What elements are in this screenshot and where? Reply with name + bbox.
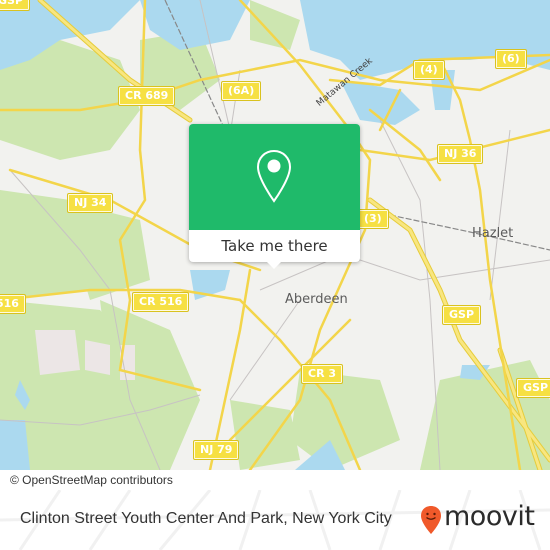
take-me-there-button[interactable]: Take me there [189, 230, 360, 262]
route-shield-cr-3: CR 3 [300, 364, 344, 384]
popup-pointer [266, 261, 282, 269]
place-label-hazlet: Hazlet [472, 226, 514, 241]
popup-header[interactable] [189, 124, 360, 230]
route-shield-cr-516: CR 516 [131, 292, 190, 312]
location-title: Clinton Street Youth Center And Park, Ne… [20, 510, 392, 527]
route-shield-6a: (6A) [220, 81, 262, 101]
take-me-there-popup[interactable]: Take me there [189, 124, 360, 269]
footer: Clinton Street Youth Center And Park, Ne… [0, 490, 550, 550]
place-label-aberdeen: Aberdeen [285, 292, 348, 307]
route-shield-516-west: 516 [0, 294, 26, 314]
route-shield-nj-34: NJ 34 [66, 193, 114, 213]
map[interactable]: Aberdeen Hazlet Matawan Creek GSP CR 689… [0, 0, 550, 470]
route-shield-cr-689: CR 689 [117, 86, 176, 106]
route-shield-gsp-se: GSP [515, 378, 550, 398]
route-shield-3: (3) [357, 209, 389, 229]
location-pin-icon [256, 149, 292, 203]
moovit-smiley-pin-icon [421, 506, 441, 534]
route-shield-nj-79: NJ 79 [192, 440, 240, 460]
osm-attribution[interactable]: © OpenStreetMap contributors [0, 470, 181, 490]
route-shield-gsp-nw: GSP [0, 0, 31, 11]
route-shield-4: (4) [413, 60, 445, 80]
route-shield-6: (6) [495, 49, 527, 69]
moovit-wordmark: moovit [444, 501, 535, 532]
moovit-logo[interactable]: moovit [420, 501, 545, 538]
route-shield-gsp-center: GSP [441, 305, 482, 325]
route-shield-nj-36: NJ 36 [436, 144, 484, 164]
